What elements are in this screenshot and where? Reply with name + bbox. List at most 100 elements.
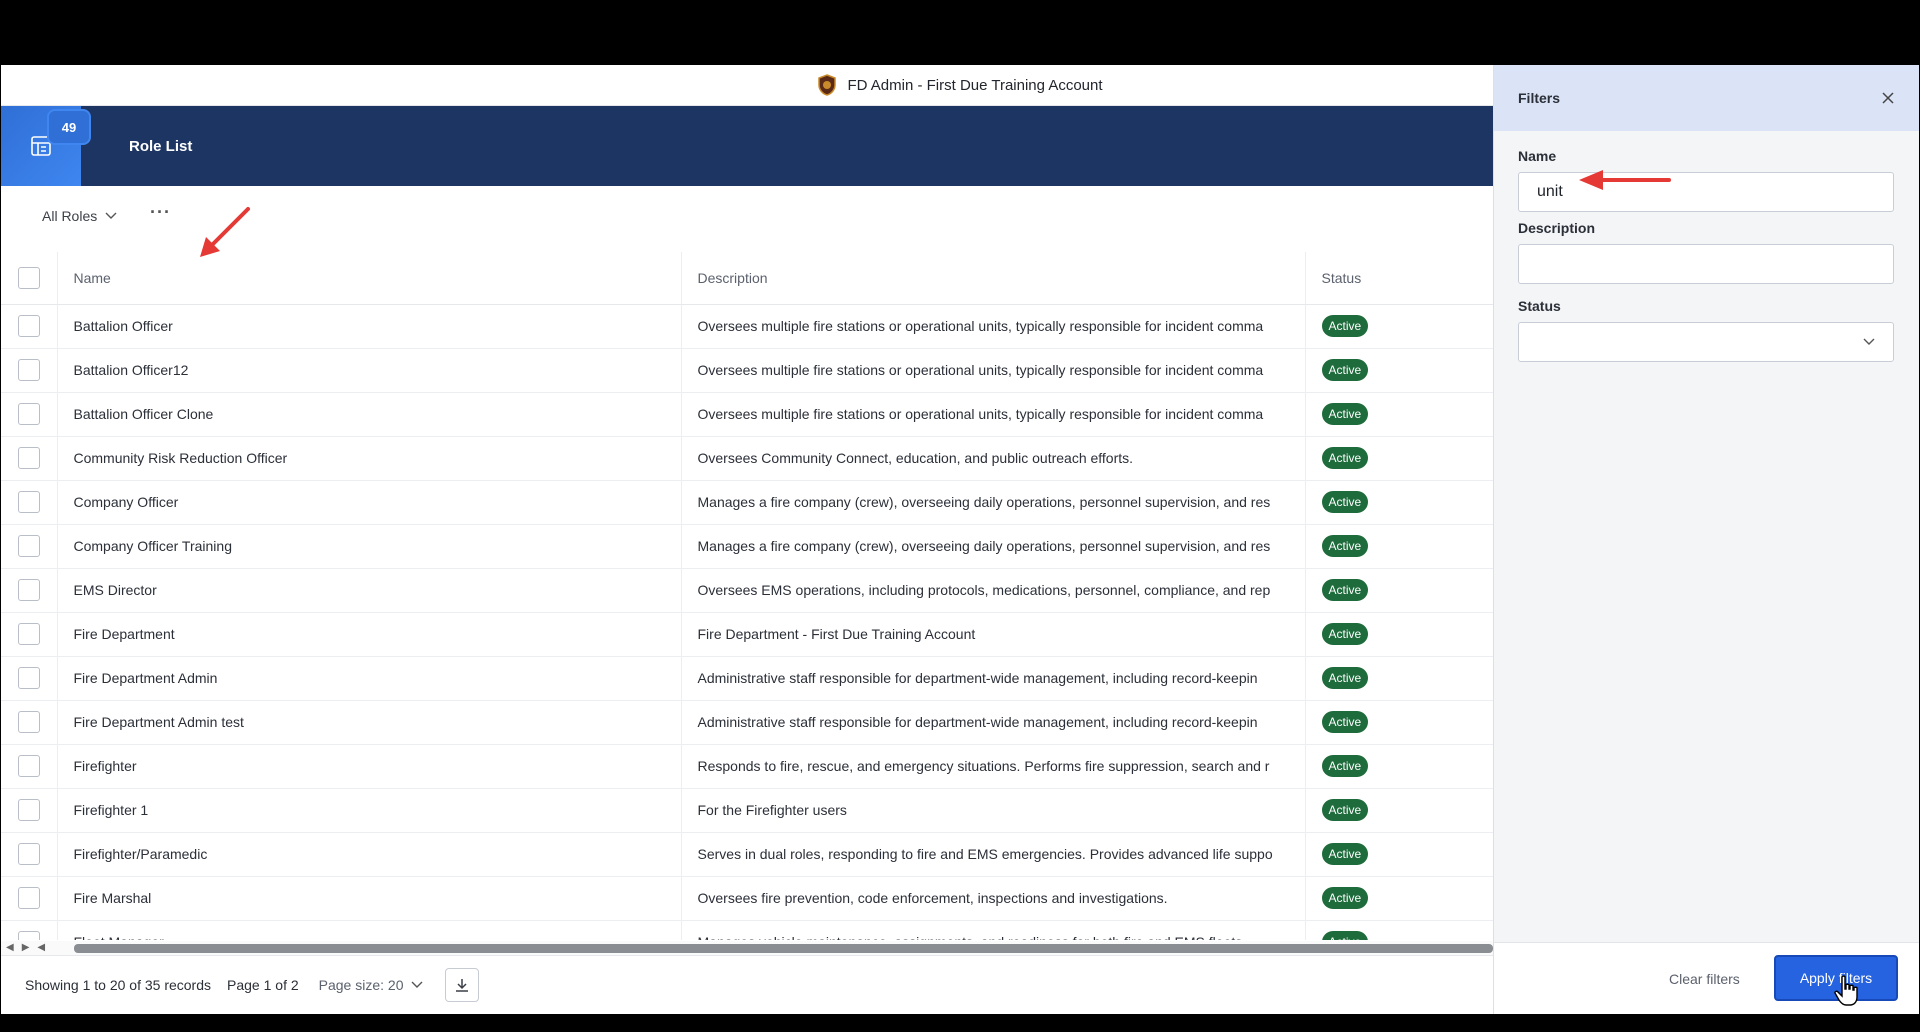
page-size-label: Page size: 20: [318, 977, 404, 993]
role-name[interactable]: Fleet Manager: [56, 920, 681, 940]
role-name[interactable]: Battalion Officer: [56, 304, 681, 349]
status-badge: Active: [1321, 887, 1369, 909]
view-selector-label: All Roles: [42, 208, 98, 224]
role-name[interactable]: Fire Department Admin: [56, 656, 681, 701]
role-name[interactable]: Community Risk Reduction Officer: [56, 436, 681, 481]
description-filter-label: Description: [1518, 220, 1596, 236]
row-checkbox[interactable]: [18, 931, 40, 940]
table-row[interactable]: Battalion Officer12 Oversees multiple fir…: [1, 348, 1493, 393]
role-description: Manages a fire company (crew), overseein…: [680, 524, 1305, 569]
column-header-status[interactable]: Status: [1304, 252, 1493, 305]
row-checkbox[interactable]: [18, 667, 40, 689]
role-name[interactable]: Battalion Officer12: [56, 348, 681, 393]
column-header-name[interactable]: Name: [56, 252, 681, 305]
download-icon: [456, 979, 469, 992]
role-name[interactable]: Firefighter/Paramedic: [56, 832, 681, 877]
row-checkbox[interactable]: [18, 315, 40, 337]
status-badge: Active: [1321, 535, 1369, 557]
records-count: Showing 1 to 20 of 35 records: [25, 977, 212, 993]
status-badge: Active: [1321, 755, 1369, 777]
scrollbar-thumb[interactable]: [74, 944, 1493, 953]
name-filter-value: unit: [1537, 183, 1563, 200]
roles-table-container: Name Description Status Battalion Office…: [1, 252, 1493, 940]
table-row[interactable]: Fire Marshal Oversees fire prevention, co…: [1, 876, 1493, 921]
select-all-checkbox[interactable]: [18, 266, 40, 289]
row-checkbox[interactable]: [18, 711, 40, 733]
role-description: For the Firefighter users: [680, 788, 1305, 833]
status-badge: Active: [1321, 315, 1369, 337]
view-selector[interactable]: All Roles: [42, 208, 117, 224]
row-checkbox[interactable]: [18, 755, 40, 777]
chevron-down-icon: [411, 981, 423, 988]
row-checkbox[interactable]: [18, 579, 40, 601]
column-header-description[interactable]: Description: [680, 252, 1305, 305]
role-description: Manages vehicle maintenance, assignments…: [680, 920, 1305, 940]
scroll-arrows-icon[interactable]: ◀▶◀: [6, 942, 53, 953]
role-name[interactable]: Company Officer Training: [56, 524, 681, 569]
roles-table: Name Description Status Battalion Office…: [1, 252, 1493, 940]
role-name[interactable]: EMS Director: [56, 568, 681, 613]
table-row[interactable]: Fire Department Admin Administrative staf…: [1, 656, 1493, 701]
table-row[interactable]: Fire Department Admin test Administrative…: [1, 700, 1493, 745]
horizontal-scrollbar[interactable]: ◀▶◀: [1, 941, 1493, 955]
apply-filters-label: Apply filters: [1799, 970, 1873, 986]
role-description: Oversees fire prevention, code enforceme…: [680, 876, 1305, 921]
role-name[interactable]: Fire Department: [56, 612, 681, 657]
role-name[interactable]: Company Officer: [56, 480, 681, 525]
row-checkbox[interactable]: [18, 447, 40, 469]
role-description: Oversees multiple fire stations or opera…: [680, 304, 1305, 349]
status-filter-select[interactable]: [1518, 322, 1894, 362]
page-title: Role List: [129, 137, 193, 155]
apply-filters-button[interactable]: Apply filters: [1774, 955, 1898, 1001]
role-description: Oversees multiple fire stations or opera…: [680, 392, 1305, 437]
row-checkbox[interactable]: [18, 535, 40, 557]
role-name[interactable]: Firefighter 1: [56, 788, 681, 833]
role-description: Oversees EMS operations, including proto…: [680, 568, 1305, 613]
table-row[interactable]: EMS Director Oversees EMS operations, inc…: [1, 568, 1493, 613]
row-checkbox[interactable]: [18, 799, 40, 821]
table-row[interactable]: Firefighter Responds to fire, rescue, and…: [1, 744, 1493, 789]
table-row[interactable]: Firefighter 1 For the Firefighter users Ac…: [1, 788, 1493, 833]
table-row[interactable]: Company Officer Manages a fire company (c…: [1, 480, 1493, 525]
role-name[interactable]: Firefighter: [56, 744, 681, 789]
status-badge: Active: [1321, 491, 1369, 513]
table-row[interactable]: Battalion Officer Oversees multiple fire …: [1, 304, 1493, 349]
table-row[interactable]: Company Officer Training Manages a fire c…: [1, 524, 1493, 569]
table-row[interactable]: Firefighter/Paramedic Serves in dual role…: [1, 832, 1493, 877]
table-row[interactable]: Battalion Officer Clone Oversees multiple…: [1, 392, 1493, 437]
more-options-button[interactable]: ···: [150, 202, 171, 223]
row-checkbox[interactable]: [18, 843, 40, 865]
status-badge: Active: [1321, 579, 1369, 601]
status-badge: Active: [1321, 799, 1369, 821]
status-filter-label: Status: [1518, 298, 1561, 314]
table-row[interactable]: Community Risk Reduction Officer Oversees…: [1, 436, 1493, 481]
row-checkbox[interactable]: [18, 403, 40, 425]
chevron-down-icon: [1863, 338, 1875, 345]
table-row[interactable]: Fire Department Fire Department - First D…: [1, 612, 1493, 657]
row-checkbox[interactable]: [18, 887, 40, 909]
clear-filters-button[interactable]: Clear filters: [1669, 971, 1740, 987]
filters-panel-header: Filters: [1494, 65, 1919, 131]
row-checkbox[interactable]: [18, 491, 40, 513]
role-description: Serves in dual roles, responding to fire…: [680, 832, 1305, 877]
row-checkbox[interactable]: [18, 623, 40, 645]
page-size-selector[interactable]: Page size: 20: [319, 977, 424, 993]
filters-form: Name unit Description Status: [1494, 148, 1919, 362]
notification-badge[interactable]: 49: [49, 111, 89, 143]
role-name[interactable]: Battalion Officer Clone: [56, 392, 681, 437]
fd-logo-icon: [818, 74, 837, 96]
role-description: Oversees multiple fire stations or opera…: [680, 348, 1305, 393]
name-filter-input[interactable]: unit: [1518, 172, 1894, 212]
role-description: Manages a fire company (crew), overseein…: [680, 480, 1305, 525]
status-badge: Active: [1321, 931, 1369, 940]
download-button[interactable]: [445, 968, 480, 1002]
status-badge: Active: [1321, 843, 1369, 865]
close-icon[interactable]: [1881, 91, 1895, 105]
role-description: Fire Department - First Due Training Acc…: [680, 612, 1305, 657]
row-checkbox[interactable]: [18, 359, 40, 381]
table-row[interactable]: Fleet ManagerManages vehicle maintenance…: [1, 920, 1493, 940]
name-filter-label: Name: [1518, 148, 1557, 164]
role-name[interactable]: Fire Marshal: [56, 876, 681, 921]
role-name[interactable]: Fire Department Admin test: [56, 700, 681, 745]
description-filter-input[interactable]: [1518, 244, 1894, 284]
